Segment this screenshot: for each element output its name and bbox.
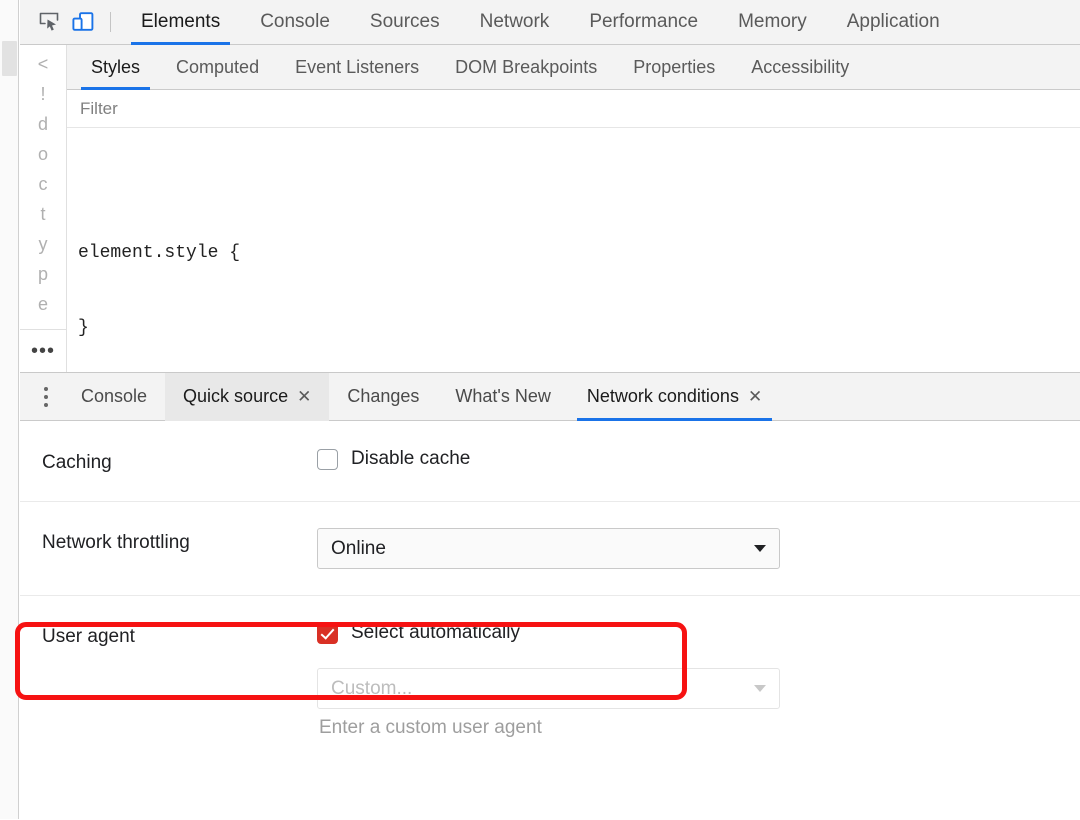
tab-computed-label: Computed [176,57,259,78]
tab-network[interactable]: Network [460,0,570,45]
disable-cache-label: Disable cache [351,448,470,470]
tab-console[interactable]: Console [240,0,350,45]
custom-user-agent-input[interactable]: Enter a custom user agent [317,709,780,739]
drawer-tab-quick-source-label: Quick source [183,386,288,407]
select-automatically-label: Select automatically [351,622,520,644]
tab-properties-label: Properties [633,57,715,78]
drawer-tabbar: Console Quick source ✕ Changes What's Ne… [20,373,1080,421]
main-toolbar: Elements Console Sources Network Perform… [20,0,1080,45]
elements-panel: < ! d o c t y p e ••• Styles [20,45,1080,372]
tab-dom-breakpoints[interactable]: DOM Breakpoints [437,45,615,90]
network-throttling-field: Online [317,528,1080,569]
devtools-drawer: Console Quick source ✕ Changes What's Ne… [20,372,1080,819]
network-throttling-select[interactable]: Online [317,528,780,569]
breadcrumb-overflow-button[interactable]: ••• [20,329,66,372]
page-scrollbar-thumb[interactable] [2,41,17,76]
drawer-tab-quick-source[interactable]: Quick source ✕ [165,373,329,421]
tab-sources[interactable]: Sources [350,0,460,45]
breadcrumb-char-2: d [38,109,48,139]
user-agent-field: Select automatically Custom... Enter a c… [317,622,1080,739]
css-rules-area: element.style { } @media screen and (max… [67,129,1080,372]
drawer-tab-network-conditions-label: Network conditions [587,386,739,407]
drawer-tab-network-conditions[interactable]: Network conditions ✕ [569,373,780,421]
tab-memory-label: Memory [738,11,807,33]
tab-sources-label: Sources [370,11,440,33]
styles-filter-bar [67,90,1080,128]
tab-styles-label: Styles [91,57,140,78]
disable-cache-checkbox[interactable] [317,449,338,470]
breadcrumb-char-7: p [38,259,48,289]
select-automatically-checkbox[interactable] [317,623,338,644]
tab-memory[interactable]: Memory [718,0,827,45]
caching-label: Caching [42,448,317,475]
drawer-tab-console[interactable]: Console [63,373,165,421]
breadcrumb-char-1: ! [40,79,45,109]
network-throttling-label: Network throttling [42,528,317,555]
styles-pane: Styles Computed Event Listeners DOM Brea… [67,45,1080,372]
tab-dom-breakpoints-label: DOM Breakpoints [455,57,597,78]
drawer-tab-whats-new[interactable]: What's New [437,373,568,421]
tab-accessibility-label: Accessibility [751,57,849,78]
more-options-icon[interactable] [29,379,63,415]
breadcrumb-char-0: < [38,49,49,79]
page-scroll-gutter [0,0,19,819]
user-agent-label: User agent [42,622,317,649]
breadcrumb-char-5: t [40,199,45,229]
select-automatically-control[interactable]: Select automatically [317,622,1080,644]
tab-performance[interactable]: Performance [569,0,718,45]
network-conditions-panel: Caching Disable cache Network throttling… [20,422,1080,820]
user-agent-preset-select[interactable]: Custom... [317,668,780,709]
tab-elements-label: Elements [141,11,220,33]
styles-filter-input[interactable] [78,98,382,120]
user-agent-preset-value: Custom... [331,678,412,700]
breadcrumb-char-6: y [39,229,48,259]
tab-styles[interactable]: Styles [73,45,158,90]
close-icon-network-conditions[interactable]: ✕ [748,388,762,405]
tab-application[interactable]: Application [827,0,960,45]
close-icon-quick-source[interactable]: ✕ [297,388,311,405]
disable-cache-control[interactable]: Disable cache [317,448,1080,470]
tab-event-listeners-label: Event Listeners [295,57,419,78]
tab-elements[interactable]: Elements [121,0,240,45]
drawer-tab-changes-label: Changes [347,386,419,407]
styles-sub-tabbar: Styles Computed Event Listeners DOM Brea… [67,45,1080,90]
css-rule-element-style[interactable]: element.style { } [78,191,1080,372]
chevron-down-icon-user-agent [754,685,766,692]
chevron-down-icon [754,545,766,552]
element-style-close: } [78,316,1080,341]
drawer-tab-whats-new-label: What's New [455,386,550,407]
caching-field: Disable cache [317,448,1080,470]
drawer-tab-console-label: Console [81,386,147,407]
toolbar-divider [110,12,111,32]
tab-network-label: Network [480,11,550,33]
tab-properties[interactable]: Properties [615,45,733,90]
dom-breadcrumb-strip: < ! d o c t y p e ••• [20,45,67,372]
tab-accessibility[interactable]: Accessibility [733,45,867,90]
tab-event-listeners[interactable]: Event Listeners [277,45,437,90]
tab-application-label: Application [847,11,940,33]
tab-performance-label: Performance [589,11,698,33]
inspect-cursor-icon[interactable] [32,6,66,38]
tab-computed[interactable]: Computed [158,45,277,90]
user-agent-row: User agent Select automatically Custom..… [20,596,1080,765]
network-throttling-row: Network throttling Online [20,502,1080,596]
element-style-open: element.style { [78,241,1080,266]
ellipsis-icon: ••• [31,346,55,356]
tab-console-label: Console [260,11,330,33]
caching-row: Caching Disable cache [20,422,1080,502]
devtools-window: Elements Console Sources Network Perform… [0,0,1080,819]
breadcrumb-char-3: o [38,139,48,169]
breadcrumb-char-8: e [38,289,48,319]
drawer-tab-changes[interactable]: Changes [329,373,437,421]
device-toolbar-icon[interactable] [66,6,100,38]
devtools-root: Elements Console Sources Network Perform… [20,0,1080,819]
network-throttling-selected-value: Online [331,538,386,560]
breadcrumb-char-4: c [39,169,48,199]
